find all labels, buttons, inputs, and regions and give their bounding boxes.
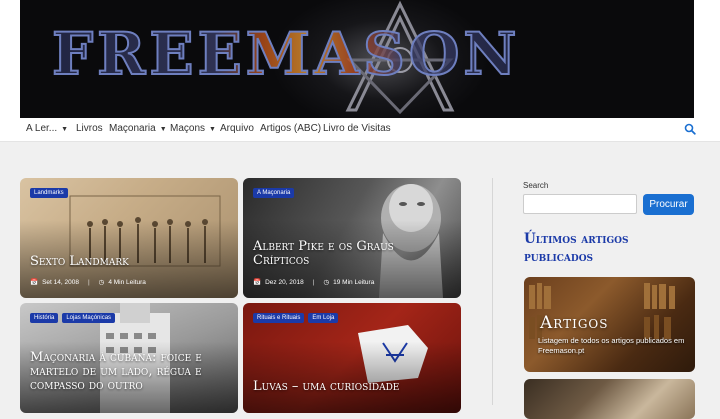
meta-separator: |	[312, 278, 315, 286]
post-title[interactable]: Albert Pike e os Graus Crípticos	[253, 240, 413, 268]
nav-item-arquivo[interactable]: Arquivo	[220, 123, 254, 134]
category-tag[interactable]: Landmarks	[30, 188, 68, 198]
chevron-down-icon: ▼	[209, 126, 216, 133]
post-date: Dez 20, 2018	[265, 278, 304, 286]
chevron-down-icon: ▼	[61, 126, 69, 133]
search-input[interactable]	[523, 194, 637, 214]
article-image	[524, 379, 695, 419]
nav-item-livros[interactable]: Livros	[76, 123, 103, 134]
post-read-time: 19 Min Leitura	[333, 278, 375, 286]
sidebar-heading: Últimos artigos publicados	[524, 231, 629, 265]
post-tags: A Maçonaria	[253, 188, 295, 198]
category-tag[interactable]: Em Loja	[308, 313, 339, 323]
featured-article-title: Artigos	[540, 313, 609, 333]
category-tag[interactable]: A Maçonaria	[253, 188, 295, 198]
nav-item-label: Maçons	[170, 123, 206, 134]
search-icon[interactable]	[684, 123, 696, 135]
nav-item-macons[interactable]: Maçons ▼	[170, 123, 216, 134]
search-button[interactable]: Procurar	[643, 194, 694, 215]
post-title[interactable]: Luvas – uma curiosidade	[253, 380, 453, 394]
category-tag[interactable]: História	[30, 313, 59, 323]
site-banner[interactable]: FREEMASON FREEMASON	[20, 0, 694, 118]
sidebar-divider	[492, 178, 493, 405]
nav-item-label: Arquivo	[220, 123, 254, 134]
main-navigation: A Ler... ▼ Livros Maçonaria ▼ Maçons ▼ Arqu…	[0, 118, 720, 142]
featured-article-subtitle: Listagem de todos os artigos publicados …	[538, 336, 685, 355]
nav-item-label: Artigos (ABC)	[260, 123, 322, 134]
post-tags: Rituais e Rituais Em Loja	[253, 313, 339, 323]
post-card[interactable]: A Maçonaria Albert Pike e os Graus Crípt…	[243, 178, 461, 298]
post-title[interactable]: Maçonaria à cubana: foice e martelo de u…	[30, 351, 230, 393]
calendar-icon: 📅	[30, 279, 39, 286]
nav-item-a-ler[interactable]: A Ler... ▼	[26, 123, 68, 134]
post-date: Set 14, 2008	[42, 278, 79, 286]
nav-item-label: Maçonaria	[109, 123, 156, 134]
featured-article-card[interactable]: Artigos Listagem de todos os artigos pub…	[524, 277, 695, 372]
post-card[interactable]: Landmarks Sexto Landmark 📅 Set 14, 2008 …	[20, 178, 238, 298]
post-meta: 📅 Set 14, 2008 | ◷ 4 Min Leitura	[30, 278, 146, 287]
meta-separator: |	[87, 278, 90, 286]
nav-item-artigos-abc[interactable]: Artigos (ABC)	[260, 123, 321, 134]
header-banner-area: FREEMASON FREEMASON	[0, 0, 720, 118]
banner-title: FREEMASON	[51, 19, 521, 89]
chevron-down-icon: ▼	[159, 126, 167, 133]
nav-item-label: A Ler...	[26, 123, 58, 134]
nav-item-label: Livro de Visitas	[323, 123, 391, 134]
post-read-time: 4 Min Leitura	[108, 278, 146, 286]
post-title[interactable]: Sexto Landmark	[30, 255, 230, 269]
calendar-icon: 📅	[253, 279, 262, 286]
post-tags: História Lojas Maçónicas	[30, 313, 116, 323]
post-card[interactable]: História Lojas Maçónicas Maçonaria à cub…	[20, 303, 238, 413]
category-tag[interactable]: Lojas Maçónicas	[62, 313, 116, 323]
search-label: Search	[523, 181, 549, 190]
featured-article-card[interactable]	[524, 379, 695, 419]
post-card[interactable]: Rituais e Rituais Em Loja Luvas – uma cu…	[243, 303, 461, 413]
post-meta: 📅 Dez 20, 2018 | ◷ 19 Min Leitura	[253, 278, 375, 287]
category-tag[interactable]: Rituais e Rituais	[253, 313, 305, 323]
post-tags: Landmarks	[30, 188, 68, 198]
clock-icon: ◷	[98, 279, 105, 286]
nav-item-label: Livros	[76, 123, 103, 134]
nav-item-maconaria[interactable]: Maçonaria ▼	[109, 123, 167, 134]
nav-item-livro-de-visitas[interactable]: Livro de Visitas	[323, 123, 391, 134]
clock-icon: ◷	[323, 279, 330, 286]
